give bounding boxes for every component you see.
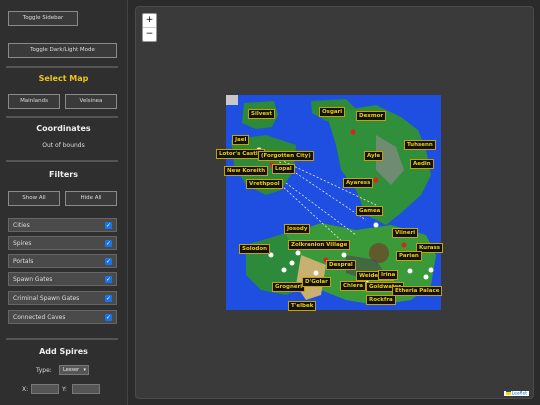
checkbox-checked-icon[interactable]: ✓	[105, 258, 112, 265]
map-label[interactable]: Solodon	[239, 244, 271, 254]
chevron-down-icon: ▾	[83, 367, 86, 373]
map-label[interactable]: Ayaress	[343, 178, 374, 188]
filter-spires[interactable]: Spires ✓	[8, 236, 117, 250]
map-label[interactable]: Jael	[232, 135, 250, 145]
leaflet-attribution[interactable]: Leaflet	[503, 390, 529, 396]
checkbox-checked-icon[interactable]: ✓	[105, 222, 112, 229]
filter-cities[interactable]: Cities ✓	[8, 218, 117, 232]
show-all-button[interactable]: Show All	[8, 191, 60, 206]
coordinates-value: Out of bounds	[42, 142, 85, 149]
checkbox-checked-icon[interactable]: ✓	[105, 295, 112, 302]
map-label[interactable]: Osgari	[319, 107, 346, 117]
divider	[6, 160, 118, 162]
filter-label: Connected Caves	[13, 314, 66, 321]
map-label[interactable]: Lopal	[272, 164, 295, 174]
type-select[interactable]: Lesser ▾	[59, 365, 89, 375]
map-label[interactable]: Dexmor	[356, 111, 387, 121]
map-container[interactable]: + − Silvest Osgari Dexmor Jael Lotor's C…	[135, 6, 534, 399]
map-label[interactable]: Parian	[396, 251, 422, 261]
map-label[interactable]: Rockfra	[366, 295, 396, 305]
filters-title: Filters	[49, 170, 78, 179]
filter-label: Cities	[13, 222, 30, 229]
attribution-link[interactable]: Leaflet	[512, 391, 527, 396]
map-label[interactable]: Grogneri	[272, 282, 306, 292]
filter-label: Spawn Gates	[13, 276, 53, 283]
sidebar: Toggle Sidebar Toggle Dark/Light Mode Se…	[0, 0, 128, 405]
map-label[interactable]: Aedin	[410, 159, 434, 169]
toggle-dark-light-button[interactable]: Toggle Dark/Light Mode	[8, 43, 117, 58]
filter-criminal-spawn-gates[interactable]: Criminal Spawn Gates ✓	[8, 291, 117, 305]
map-label[interactable]: New Koreith	[224, 166, 269, 176]
map-label[interactable]: Gamea	[356, 206, 384, 216]
map-label[interactable]: D'Golar	[302, 277, 331, 287]
x-input[interactable]	[31, 384, 59, 394]
type-label: Type:	[36, 367, 52, 374]
zoom-out-button[interactable]: −	[143, 28, 156, 41]
checkbox-checked-icon[interactable]: ✓	[105, 240, 112, 247]
mainlands-button[interactable]: Mainlands	[8, 94, 60, 109]
filter-spawn-gates[interactable]: Spawn Gates ✓	[8, 272, 117, 286]
toggle-sidebar-button[interactable]: Toggle Sidebar	[8, 11, 78, 26]
map-label[interactable]: (Forgotten City)	[258, 151, 314, 161]
add-spires-title: Add Spires	[39, 347, 88, 356]
map-label[interactable]: Tuhsenn	[404, 140, 436, 150]
filter-label: Criminal Spawn Gates	[13, 295, 80, 302]
map-label[interactable]: Josody	[284, 224, 311, 234]
select-map-title: Select Map	[38, 74, 89, 83]
filter-label: Portals	[13, 258, 34, 265]
divider	[6, 66, 118, 68]
divider	[6, 338, 118, 340]
zoom-in-button[interactable]: +	[143, 14, 156, 28]
map-label[interactable]: Etheria Palace	[392, 286, 443, 296]
map-label[interactable]: Ayle	[364, 151, 384, 161]
x-label: X:	[22, 386, 29, 393]
type-select-value: Lesser	[63, 367, 80, 373]
divider	[6, 116, 118, 118]
coordinates-title: Coordinates	[36, 124, 91, 133]
map-label[interactable]: Despral	[326, 260, 356, 270]
map-label[interactable]: T'elbek	[288, 301, 317, 311]
map-label[interactable]: Irina	[378, 270, 399, 280]
checkbox-checked-icon[interactable]: ✓	[105, 314, 112, 321]
map-label[interactable]: Silvest	[248, 109, 275, 119]
map-label[interactable]: Chlera	[340, 281, 366, 291]
filter-connected-caves[interactable]: Connected Caves ✓	[8, 310, 117, 324]
checkbox-checked-icon[interactable]: ✓	[105, 276, 112, 283]
map-label[interactable]: Viineri	[392, 228, 419, 238]
flag-icon	[505, 390, 511, 395]
world-map[interactable]: Silvest Osgari Dexmor Jael Lotor's Castl…	[216, 95, 444, 311]
y-input[interactable]	[72, 384, 100, 394]
hide-all-button[interactable]: Hide All	[65, 191, 117, 206]
zoom-control: + −	[142, 13, 157, 42]
velsinea-button[interactable]: Velsinea	[65, 94, 117, 109]
filter-portals[interactable]: Portals ✓	[8, 254, 117, 268]
map-label[interactable]: Zolkranion Village	[288, 240, 351, 250]
y-label: Y:	[62, 386, 67, 393]
map-terrain	[226, 95, 441, 310]
map-label[interactable]: Vrethpool	[246, 179, 283, 189]
filter-label: Spires	[13, 240, 32, 247]
